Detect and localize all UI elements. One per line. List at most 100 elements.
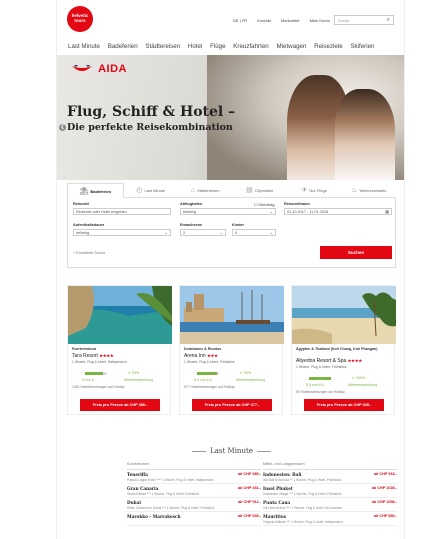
destination-detail: Sawasdee Village *** 1 Woche, Flug & Hot… [263,492,342,496]
search-icon[interactable]: ⌕ [387,17,390,24]
nav-item-staedtereisen[interactable]: Städtereisen [145,43,180,50]
recommend-label: Weiterempfehlung [124,378,154,382]
extended-search-link[interactable]: + Erweiterte Suche [73,251,105,255]
tab-label: Citymobile [254,187,274,193]
hero-subtitle: Die perfekte Reisekombination [67,122,233,133]
adults-value: 2 [183,231,186,235]
tab-citymobile[interactable]: ▤ Citymobile [232,183,287,198]
destination-input[interactable]: Reiseziel oder Hotel eingeben [73,208,171,215]
list-item[interactable]: Gran Canaria ab CHP 451.- Gloria Palace … [127,484,261,498]
tab-label: Badeferien [90,188,112,194]
hero-man-image [335,89,395,180]
departure-label: Abflughafen [180,202,203,206]
city-icon: ⌂ [190,186,196,194]
destination-price: ab CHP 918.- [373,472,397,476]
list-item[interactable]: Punta Cana ab CHP 1058.- Vik Hotel Arena… [263,498,397,512]
offer-hotel-name[interactable]: Arena Inn ★★★ [184,353,218,359]
price-button[interactable]: Preis pro Person ab CHP 545.- [304,399,384,411]
hotel-stars: ★★★★ [99,353,114,358]
offer-card[interactable]: Ägypten & Thailand (Koh Chang, Koh Phang… [291,285,396,415]
review-count[interactable]: 877 Hotelbewertungen auf Holiday [184,385,235,389]
last-minute-title: Last Minute [210,447,253,455]
tab-staedtereisen[interactable]: ⌂ Städtereisen [178,183,233,198]
destination-value: Reiseziel oder Hotel eingeben [76,210,127,214]
search-button[interactable]: Suchen [320,246,392,259]
hero-title: Flug, Schiff & Hotel – [67,104,236,120]
recommend-label: Weiterempfehlung [236,378,266,382]
list-item[interactable]: Marokko - Marrakesch ab CHP 535.- [127,512,261,526]
review-count[interactable]: 50 Hotelbewertungen auf Holiday [296,390,345,394]
language-switch-link[interactable]: DE | FR [233,18,247,23]
hero-banner[interactable]: AIDA Flug, Schiff & Hotel – Die perfekte… [57,55,404,180]
offer-hotel-name[interactable]: Aliyedna Resort & Spa ★★★★ [296,358,362,364]
price-button[interactable]: Preis pro Person ab CHP 377.- [192,399,272,411]
children-select[interactable]: 0 ⌄ [232,229,276,236]
offer-region: Fuerteventura [72,347,96,351]
list-item[interactable]: Mauritius ab CHP 850.- Tropical Attitude… [263,512,397,526]
chevron-down-icon: ⌄ [269,209,273,214]
offer-hotel-name[interactable]: Tara Resort ★★★★ [72,353,114,359]
destination-price: ab CHP 385.- [237,472,261,476]
tab-wellnesshotels[interactable]: ♨ Wellnesshotels [341,183,396,198]
helvetic-tours-logo[interactable]: helvetic tours [67,6,93,32]
chevron-down-icon: ⌄ [164,230,168,235]
hotel-stars: ★★★★ [347,358,363,363]
thumbs-up-icon: ✔ 100% [352,376,366,380]
carousel-prev-icon[interactable]: ❮ [59,124,66,131]
departure-select[interactable]: beliebig ⌄ [180,208,276,215]
main-navigation: Last Minute Badeferien Städtereisen Hote… [68,43,381,50]
plane-icon: ✈ [301,187,308,194]
tab-badeferien[interactable]: ⛱ Badeferien [67,183,124,198]
tab-label: Last Minute [144,187,166,193]
divider [192,450,207,452]
date-range-input[interactable]: 01.10.2017 - 11.01.2018 ▦ [284,208,392,215]
adults-label: Erwachsene [180,223,203,227]
offer-description: 1 Woche, Flug & Hotel, Halbpension [72,360,127,364]
destination-label: Reiseziel [73,202,90,206]
spa-icon: ♨ [351,187,358,194]
destination-detail: Ibis Bali Kuta Kuta ** 1 Woche, Flug & H… [263,478,341,482]
thumbs-up-icon: ✔ 90% [240,371,252,375]
nav-item-last-minute[interactable]: Last Minute [68,43,100,50]
list-item[interactable]: Teneriffa ab CHP 385.- Palacio Lagos Hot… [127,470,261,484]
list-item[interactable]: Insel Phuket ab CHP 1028.- Sawasdee Vill… [263,484,397,498]
list-item[interactable]: Dubai ab CHP 511.- Hilton Garden Inn Dub… [127,498,261,512]
column-heading: Kurzstrecken [127,462,261,470]
nav-item-kreuzfahrten[interactable]: Kreuzfahrten [233,43,268,50]
chevron-down-icon: ⌄ [269,230,273,235]
nav-item-fluege[interactable]: Flüge [210,43,225,50]
nav-item-badeferien[interactable]: Badeferien [108,43,138,50]
my-account-link[interactable]: Mein Konto [310,18,330,23]
clock-icon: ◴ [136,187,143,194]
duration-select[interactable]: beliebig ⌄ [73,229,171,236]
calendar-icon[interactable]: ▦ [385,209,389,214]
search-input[interactable]: Suche ⌕ [334,15,394,25]
nav-item-hotel[interactable]: Hotel [188,43,202,50]
offer-image-fuerteventura [68,286,172,344]
destination-detail: Tropical Attitude *** 1 Woche, Flug & Ho… [263,520,343,524]
tab-last-minute[interactable]: ◴ Last Minute [123,183,178,198]
departure-value: beliebig [183,210,197,214]
contact-link[interactable]: Kontakt [257,18,271,23]
watchlist-link[interactable]: Merkzettel [281,18,299,23]
nav-item-skiferien[interactable]: Skiferien [350,43,374,50]
children-label: Kinder [232,223,245,227]
booking-form: Reiseziel Reiseziel oder Hotel eingeben … [67,198,396,268]
nav-item-mietwagen[interactable]: Mietwagen [276,43,306,50]
list-item[interactable]: Indonesien: Bali ab CHP 918.- Ibis Bali … [263,470,397,484]
offer-description: 1 Woche, Flug & Hotel, Frühstück [296,365,347,369]
date-value: 01.10.2017 - 11.01.2018 [287,210,329,214]
review-count[interactable]: 1462 Hotelbewertungen auf Holiday [72,385,124,389]
price-button[interactable]: Preis pro Person ab CHP 380.- [80,399,160,411]
nav-item-reiseziele[interactable]: Reiseziele [314,43,343,50]
destination-detail: Hilton Garden Inn Dubai *** 1 Woche, Flu… [127,506,215,510]
offer-card[interactable]: Dodekanes & Rhodos Arena Inn ★★★ 1 Woche… [179,285,284,415]
adults-select[interactable]: 2 ⌄ [180,229,226,236]
flexible-checkbox[interactable]: ☐ Gleichtag [254,202,275,207]
rating-value: 5.9 von 6.0 [306,383,324,387]
tab-nur-fluege[interactable]: ✈ Nur Flüge [287,183,342,198]
duration-value: beliebig [76,231,90,235]
destination-name: Teneriffa [127,472,148,477]
destination-price: ab CHP 511.- [238,500,261,504]
offer-card[interactable]: Fuerteventura Tara Resort ★★★★ 1 Woche, … [67,285,172,415]
